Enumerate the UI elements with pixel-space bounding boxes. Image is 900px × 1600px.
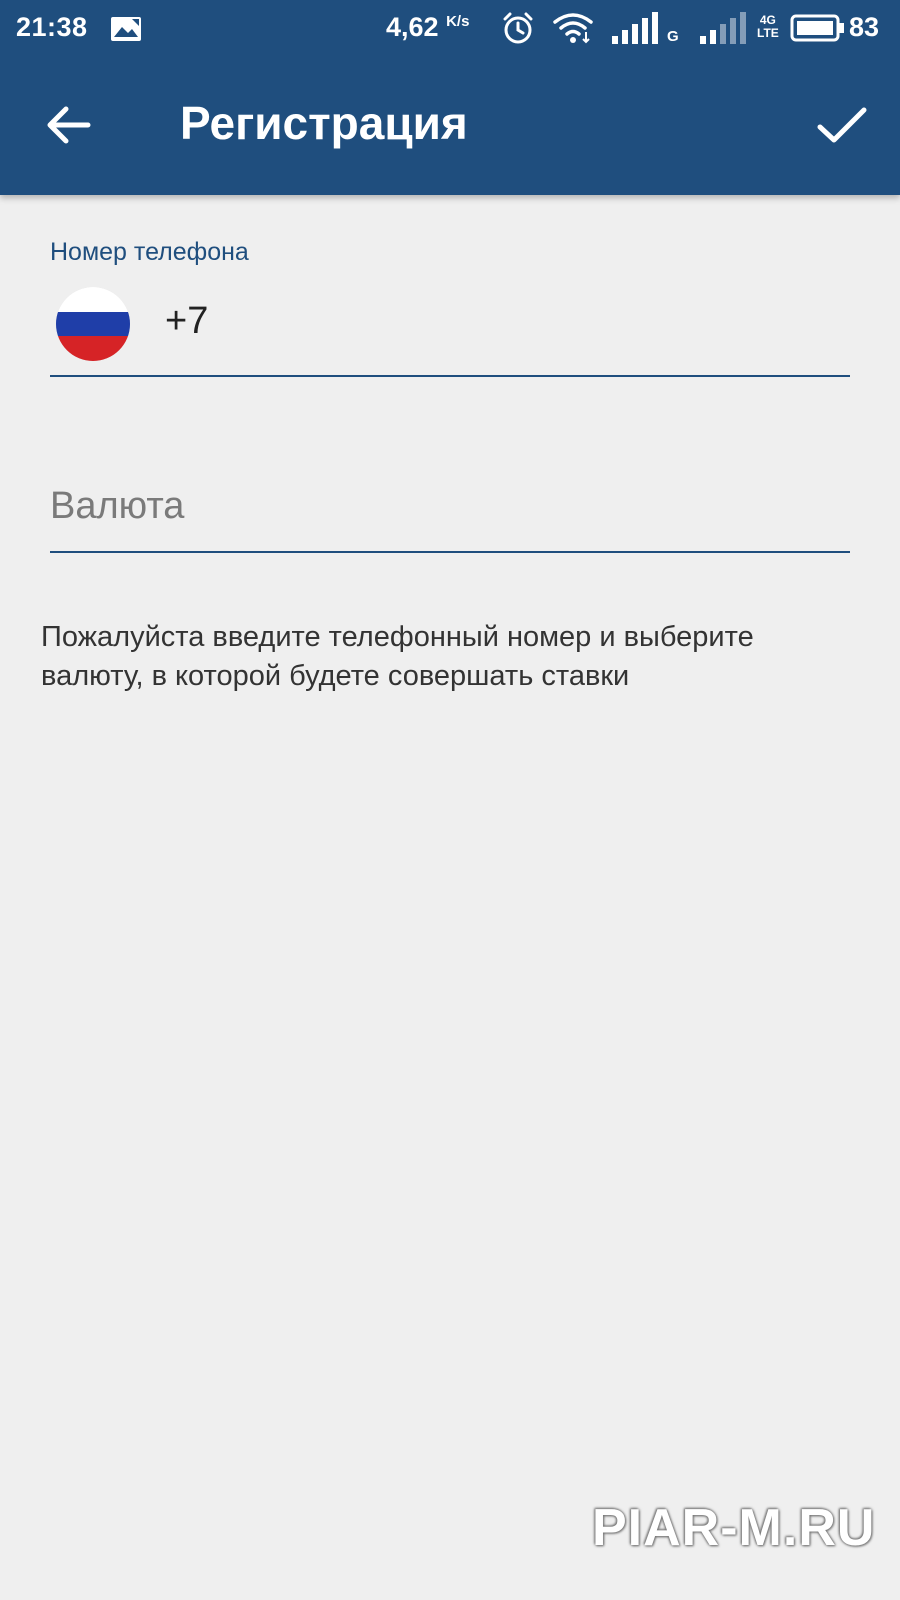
phone-input[interactable] — [165, 293, 845, 349]
top-bar: 21:38 4,62 K/s G 4G LTE 83 Регистрация — [0, 0, 900, 195]
app-bar: Регистрация — [0, 60, 900, 195]
currency-field[interactable]: Валюта — [50, 485, 850, 545]
confirm-button[interactable] — [812, 100, 872, 150]
russia-flag-icon[interactable] — [56, 287, 130, 361]
back-button[interactable] — [40, 100, 100, 150]
network-speed: 4,62 K/s — [386, 12, 470, 42]
phone-field — [50, 287, 850, 367]
signal-icon — [612, 10, 662, 53]
check-icon — [817, 107, 867, 143]
network-type-4g-lte: 4G LTE — [757, 13, 779, 40]
wifi-icon — [553, 10, 593, 53]
page-title: Регистрация — [180, 97, 468, 149]
battery-icon — [790, 10, 846, 53]
back-arrow-icon — [47, 106, 91, 144]
status-bar: 21:38 4,62 K/s G 4G LTE 83 — [0, 0, 900, 60]
currency-underline — [50, 551, 850, 553]
alarm-icon — [500, 10, 536, 53]
battery-level: 83 — [849, 12, 880, 42]
signal-icon-2 — [700, 10, 750, 53]
watermark: PIAR-M.RU — [592, 1499, 876, 1557]
phone-label: Номер телефона — [50, 238, 249, 266]
image-notification-icon — [110, 16, 142, 49]
status-time: 21:38 — [16, 12, 88, 42]
hint-text: Пожалуйста введите телефонный номер и вы… — [41, 621, 754, 692]
phone-underline — [50, 375, 850, 377]
network-type-g: G — [667, 28, 679, 45]
